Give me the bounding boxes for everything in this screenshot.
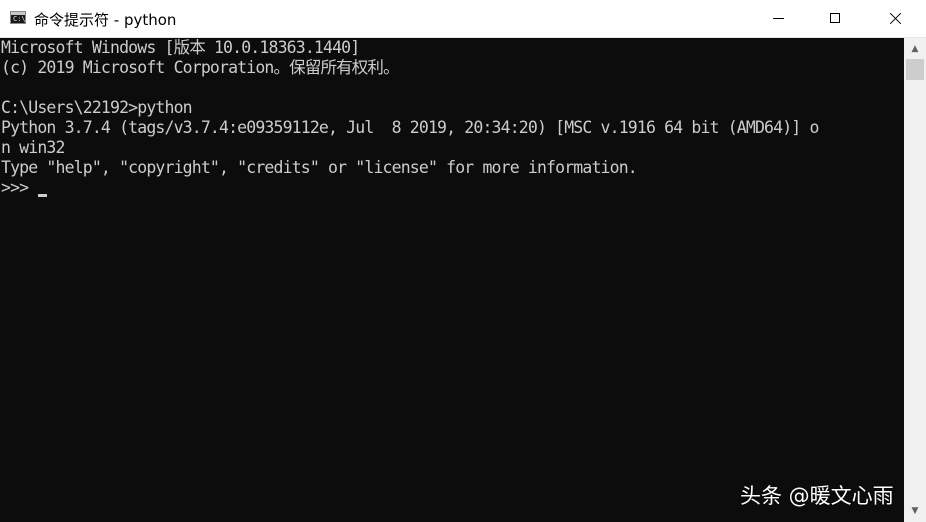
console-line: Type "help", "copyright", "credits" or "… [1,158,638,177]
window-title: 命令提示符 - python [34,11,177,29]
console-line: Microsoft Windows [版本 10.0.18363.1440] [1,38,360,57]
python-prompt: >>> [1,178,38,197]
console-line: C:\Users\22192>python [1,98,193,117]
text-cursor [38,194,48,197]
maximize-icon [830,13,840,23]
scroll-down-arrow-icon[interactable]: ▼ [904,502,926,520]
watermark: 头条 @暖文心雨 [740,484,894,508]
title-bar[interactable]: C:\ 命令提示符 - python [0,0,926,38]
console-output[interactable]: Microsoft Windows [版本 10.0.18363.1440] (… [0,38,904,522]
console-prompt-line[interactable]: >>> [1,178,48,198]
close-button[interactable] [866,0,926,37]
minimize-button[interactable] [749,0,807,37]
cmd-icon[interactable]: C:\ [10,11,26,24]
console-line: Python 3.7.4 (tags/v3.7.4:e09359112e, Ju… [1,118,819,137]
vertical-scrollbar[interactable]: ▲ ▼ [904,38,926,522]
maximize-button[interactable] [807,0,865,37]
console-window: C:\ 命令提示符 - python Microsoft Windows [版本… [0,0,926,522]
minimize-icon [773,18,784,19]
close-icon [889,12,902,25]
console-line: n win32 [1,138,65,157]
scroll-up-arrow-icon[interactable]: ▲ [904,40,926,58]
scroll-thumb[interactable] [906,59,924,80]
console-line: (c) 2019 Microsoft Corporation。保留所有权利。 [1,58,400,77]
